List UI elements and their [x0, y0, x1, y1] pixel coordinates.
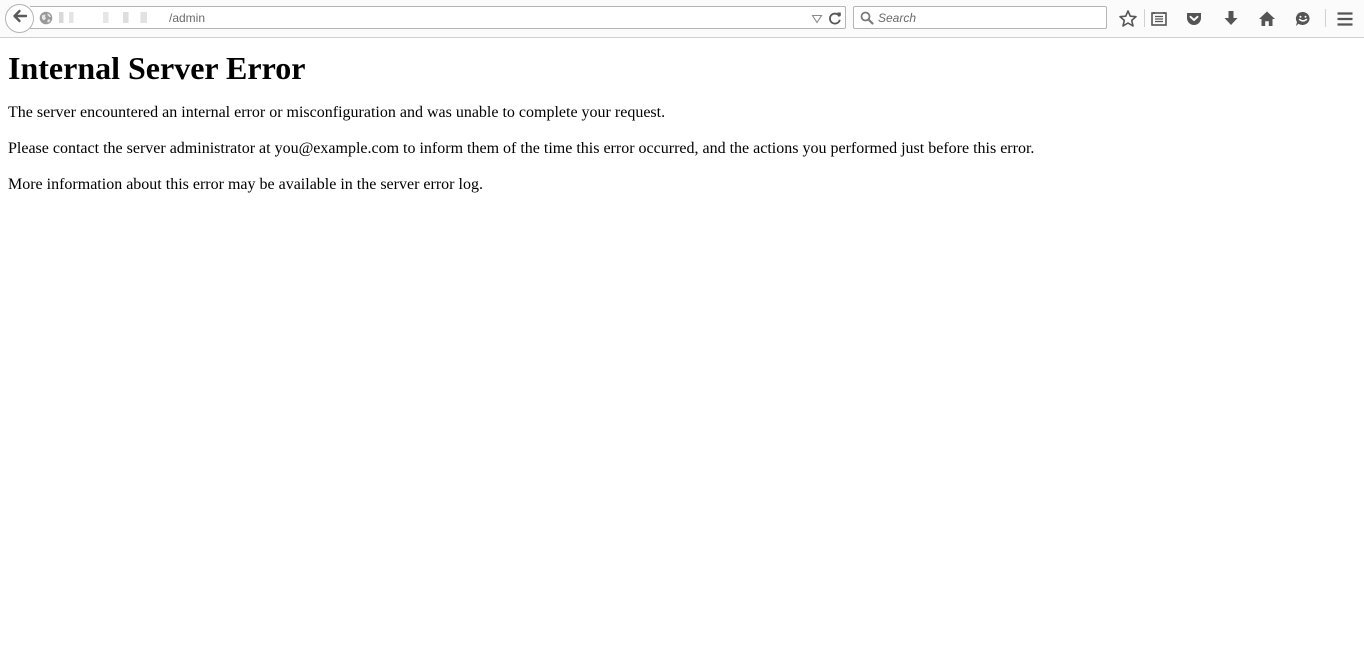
- reading-list-icon[interactable]: [1148, 8, 1170, 30]
- contact-admin-text: Please contact the server administrator …: [8, 140, 1035, 157]
- back-arrow-icon: [11, 7, 29, 30]
- page-title: Internal Server Error: [8, 50, 306, 86]
- page-content: Internal Server Error The server encount…: [8, 38, 1364, 194]
- pocket-icon[interactable]: [1183, 8, 1205, 30]
- dropmarker-icon[interactable]: [811, 12, 823, 30]
- menu-icon[interactable]: [1334, 8, 1356, 30]
- reload-icon[interactable]: [827, 10, 843, 31]
- back-button[interactable]: [5, 4, 34, 33]
- url-path: /admin: [169, 11, 206, 25]
- chat-icon[interactable]: [1292, 8, 1314, 30]
- search-icon: [860, 11, 874, 30]
- url-bar[interactable]: /admin: [30, 6, 846, 29]
- bookmark-star-icon[interactable]: [1117, 8, 1139, 30]
- browser-toolbar: /admin: [0, 0, 1364, 38]
- url-host-redacted: [59, 12, 169, 23]
- error-log-info: More information about this error may be…: [8, 176, 483, 193]
- search-bar[interactable]: [853, 6, 1107, 29]
- globe-icon: [39, 11, 53, 30]
- download-icon[interactable]: [1220, 8, 1242, 30]
- home-icon[interactable]: [1256, 8, 1278, 30]
- toolbar-separator: [1325, 9, 1326, 27]
- error-description: The server encountered an internal error…: [8, 104, 666, 121]
- toolbar-separator: [1144, 9, 1145, 27]
- url-text[interactable]: /admin: [59, 11, 205, 25]
- search-input[interactable]: [878, 9, 1098, 26]
